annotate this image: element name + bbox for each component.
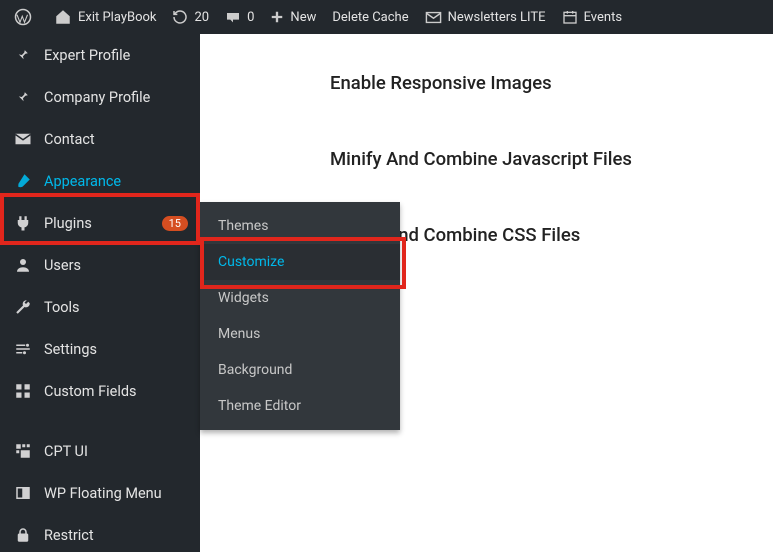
sidebar-item-tools[interactable]: Tools (0, 286, 200, 328)
sliders-icon (12, 340, 34, 358)
sidebar-item-plugins[interactable]: Plugins 15 (0, 202, 200, 244)
submenu-item-themes[interactable]: Themes (200, 208, 400, 244)
sidebar-item-settings[interactable]: Settings (0, 328, 200, 370)
panel-icon (12, 484, 34, 502)
sidebar-item-cpt-ui[interactable]: CPT UI (0, 430, 200, 472)
wordpress-icon (14, 8, 32, 26)
sidebar-item-label: Company Profile (44, 89, 188, 106)
sidebar-item-company-profile[interactable]: Company Profile (0, 76, 200, 118)
sidebar-item-label: Expert Profile (44, 47, 188, 64)
submenu-item-background[interactable]: Background (200, 352, 400, 388)
wrench-icon (12, 298, 34, 316)
delete-cache-button[interactable]: Delete Cache (324, 0, 416, 34)
sidebar-item-label: Settings (44, 341, 188, 358)
events-label: Events (584, 10, 622, 25)
sidebar-item-label: CPT UI (44, 443, 188, 460)
sidebar-item-label: Appearance (44, 173, 188, 190)
sidebar-item-label: Tools (44, 299, 188, 316)
grid-icon (12, 382, 34, 400)
delete-cache-label: Delete Cache (332, 10, 408, 25)
user-icon (12, 256, 34, 274)
tiles-icon (12, 442, 34, 460)
brush-icon (12, 172, 34, 190)
update-badge: 15 (162, 216, 188, 231)
content-row: Minify And Combine Javascript Files (330, 148, 713, 170)
pin-icon (12, 88, 34, 106)
sidebar-item-label: Plugins (44, 215, 156, 232)
sidebar-item-label: Restrict (44, 527, 188, 544)
submenu-item-menus[interactable]: Menus (200, 316, 400, 352)
comments-icon (225, 9, 241, 25)
pin-icon (12, 46, 34, 64)
sidebar-item-restrict[interactable]: Restrict (0, 514, 200, 552)
appearance-submenu: ThemesCustomizeWidgetsMenusBackgroundThe… (200, 202, 400, 430)
wp-logo[interactable] (6, 0, 46, 34)
comments-button[interactable]: 0 (217, 0, 262, 34)
calendar-icon (562, 9, 578, 25)
submenu-item-customize[interactable]: Customize (200, 244, 400, 280)
refresh-count: 20 (194, 10, 209, 25)
sidebar-item-appearance[interactable]: Appearance (0, 160, 200, 202)
mail-icon (12, 130, 34, 148)
submenu-item-theme-editor[interactable]: Theme Editor (200, 388, 400, 424)
plug-icon (12, 214, 34, 232)
site-home[interactable]: Exit PlayBook (46, 0, 164, 34)
lock-icon (12, 526, 34, 544)
sidebar-item-expert-profile[interactable]: Expert Profile (0, 34, 200, 76)
mail-icon (425, 9, 442, 26)
content-row: Enable Responsive Images (330, 72, 713, 94)
new-button[interactable]: New (262, 0, 324, 34)
sidebar-item-label: WP Floating Menu (44, 485, 188, 502)
sidebar-item-label: Custom Fields (44, 383, 188, 400)
sidebar-item-label: Contact (44, 131, 188, 148)
admin-bar: Exit PlayBook 20 0 New Delete Cache News… (0, 0, 773, 34)
refresh-button[interactable]: 20 (164, 0, 217, 34)
sidebar-item-custom-fields[interactable]: Custom Fields (0, 370, 200, 412)
admin-sidebar: Expert Profile Company Profile Contact Appe… (0, 34, 200, 552)
newsletters-button[interactable]: Newsletters LITE (417, 0, 554, 34)
sidebar-item-wp-floating[interactable]: WP Floating Menu (0, 472, 200, 514)
plus-icon (270, 10, 284, 24)
sidebar-item-label: Users (44, 257, 188, 274)
comments-count: 0 (247, 10, 254, 25)
sidebar-item-users[interactable]: Users (0, 244, 200, 286)
site-name: Exit PlayBook (78, 10, 156, 25)
home-icon (54, 8, 72, 26)
sidebar-item-contact[interactable]: Contact (0, 118, 200, 160)
refresh-icon (172, 9, 188, 25)
new-label: New (290, 10, 316, 25)
submenu-item-widgets[interactable]: Widgets (200, 280, 400, 316)
newsletters-label: Newsletters LITE (448, 10, 546, 25)
events-button[interactable]: Events (554, 0, 630, 34)
